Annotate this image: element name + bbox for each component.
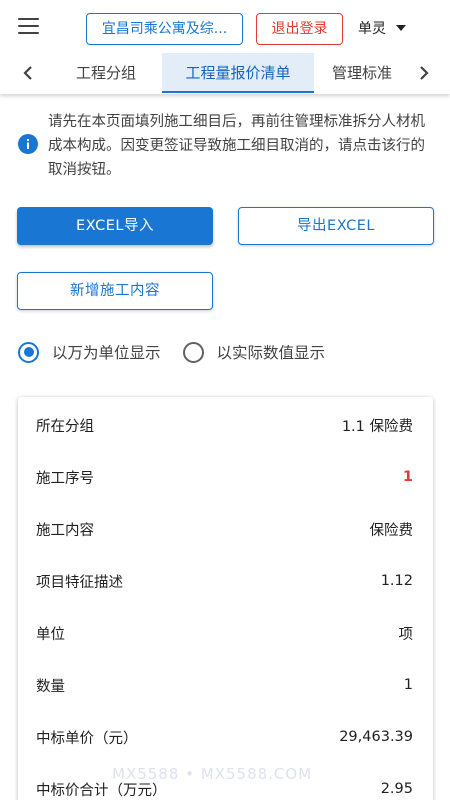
detail-value: 29,463.39 [339, 729, 413, 745]
tab-scroll-right-button[interactable] [404, 53, 444, 93]
add-construction-item-button[interactable]: 新增施工内容 [17, 272, 213, 310]
app-header: 宜昌司乘公寓及综... 退出登录 单灵 工程分组 工程量报价清单 管理标准 [0, 0, 450, 94]
detail-label: 数量 [36, 678, 65, 695]
radio-unit-wan-label[interactable]: 以万为单位显示 [52, 341, 161, 363]
quotation-item-card[interactable]: 所在分组 1.1 保险费 施工序号 1 施工内容 保险费 项目特征描述 1.12… [18, 397, 433, 800]
excel-export-button[interactable]: 导出EXCEL [238, 207, 434, 245]
tab-bar: 工程分组 工程量报价清单 管理标准 [0, 53, 450, 93]
detail-label: 施工序号 [36, 470, 94, 487]
display-mode-radio-group: 以万为单位显示 以实际数值显示 [18, 341, 325, 363]
detail-row-unit-price: 中标单价（元） 29,463.39 [18, 711, 433, 763]
detail-label: 项目特征描述 [36, 574, 123, 591]
user-name: 单灵 [358, 21, 386, 37]
detail-label: 施工内容 [36, 522, 94, 539]
detail-value: 项 [398, 626, 414, 643]
tab-scroll-left-button[interactable] [8, 53, 48, 93]
logout-button[interactable]: 退出登录 [256, 13, 343, 45]
detail-value: 1 [402, 469, 413, 485]
menu-icon[interactable] [18, 18, 42, 38]
notice-banner: 请先在本页面填列施工细目后，再前往管理标准拆分人材机成本构成。因变更签证导致施工… [18, 110, 438, 182]
chevron-left-icon [23, 66, 32, 80]
radio-actual-value[interactable] [182, 341, 204, 363]
detail-row-content: 施工内容 保险费 [18, 503, 433, 555]
detail-value: 1.12 [380, 573, 413, 589]
detail-row-sequence: 施工序号 1 [18, 451, 433, 503]
notice-text: 请先在本页面填列施工细目后，再前往管理标准拆分人材机成本构成。因变更签证导致施工… [48, 114, 425, 178]
detail-label: 单位 [36, 626, 65, 643]
info-icon [18, 134, 38, 154]
detail-row-quantity: 数量 1 [18, 659, 433, 711]
detail-value: 1 [403, 677, 413, 693]
tab-management-standard[interactable]: 管理标准 [318, 53, 402, 93]
detail-row-group: 所在分组 1.1 保险费 [18, 399, 433, 451]
caret-down-icon [396, 25, 406, 31]
detail-value: 1.1 保险费 [341, 418, 413, 435]
radio-unit-wan[interactable] [18, 341, 39, 363]
detail-value: 2.95 [380, 781, 413, 797]
chevron-right-icon [420, 66, 429, 80]
detail-value: 保险费 [369, 522, 414, 539]
excel-import-button[interactable]: EXCEL导入 [17, 207, 213, 245]
project-selector-button[interactable]: 宜昌司乘公寓及综... [86, 13, 243, 45]
watermark: MX5588 • MX5588.COM [112, 765, 313, 783]
radio-actual-value-label[interactable]: 以实际数值显示 [217, 341, 326, 363]
tab-quantity-quotation[interactable]: 工程量报价清单 [162, 53, 314, 93]
user-dropdown[interactable]: 单灵 [358, 18, 406, 38]
tab-project-group[interactable]: 工程分组 [52, 53, 160, 93]
active-tab-indicator [162, 91, 314, 93]
detail-label: 所在分组 [36, 418, 94, 435]
detail-row-unit: 单位 项 [18, 607, 433, 659]
detail-label: 中标单价（元） [36, 730, 138, 747]
detail-row-feature: 项目特征描述 1.12 [18, 555, 433, 607]
